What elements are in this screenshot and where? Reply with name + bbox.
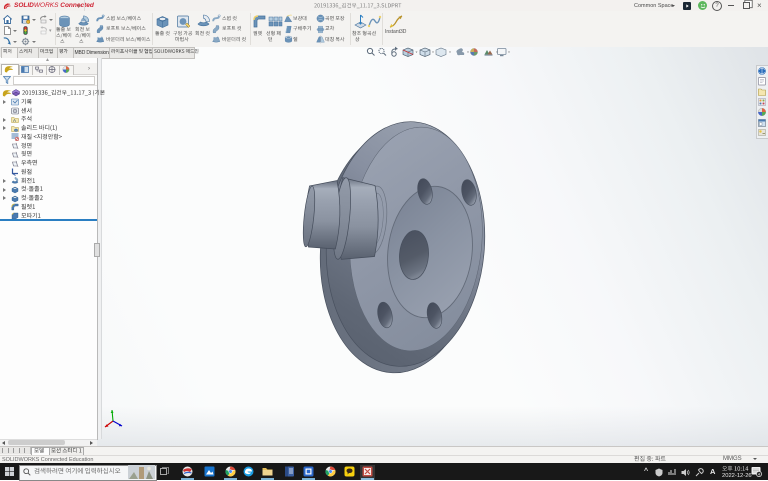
svg-text:A: A (13, 118, 16, 123)
